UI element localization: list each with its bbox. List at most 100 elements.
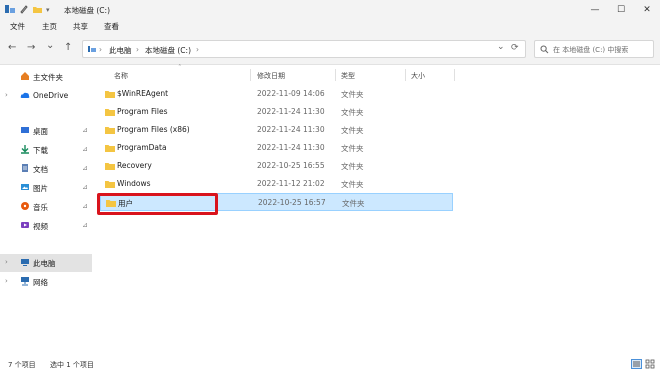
column-header-type[interactable]: 类型 [341,71,355,81]
refresh-button[interactable]: ⟳ [511,43,519,53]
file-type: 文件夹 [341,162,364,171]
close-button[interactable]: ✕ [634,0,660,20]
file-name: $WinREAgent [117,89,169,98]
chevron-right-icon[interactable]: › [5,91,8,99]
quick-access-toolbar: ▾ [4,3,50,17]
minimize-button[interactable]: — [582,0,608,20]
search-placeholder: 在 本地磁盘 (C:) 中搜索 [553,46,629,54]
sidebar-item-label: 音乐 [33,203,48,212]
column-divider[interactable] [405,69,406,81]
file-type: 文件夹 [342,199,365,208]
sidebar-item-videos[interactable]: 视频 ⊿ [0,217,92,235]
video-icon [20,220,30,230]
folder-icon [105,180,115,188]
breadcrumb-this-pc[interactable]: 此电脑 [109,45,132,56]
pin-icon[interactable]: ⊿ [82,183,88,191]
sidebar-item-label: 下载 [33,146,48,155]
network-icon [20,276,30,286]
tab-view[interactable]: 查看 [104,21,119,32]
column-divider[interactable] [250,69,251,81]
file-name: ProgramData [117,143,167,152]
search-box[interactable]: 在 本地磁盘 (C:) 中搜索 [534,40,654,58]
column-header-size[interactable]: 大小 [411,71,425,81]
large-icons-view-button[interactable] [645,359,656,369]
sidebar-item-desktop[interactable]: 桌面 ⊿ [0,122,92,140]
file-row[interactable]: ProgramData 2022-11-24 11:30 文件夹 [100,139,453,157]
file-name: Recovery [117,161,152,170]
tab-home[interactable]: 主页 [42,21,57,32]
sidebar-item-music[interactable]: 音乐 ⊿ [0,198,92,216]
address-bar[interactable]: › 此电脑 › 本地磁盘 (C:) › ⌄ ⟳ [82,40,526,58]
properties-icon[interactable] [19,4,29,16]
file-row[interactable]: Windows 2022-11-12 21:02 文件夹 [100,175,453,193]
navigation-pane: 主文件夹 › OneDrive 桌面 ⊿ 下载 ⊿ 文档 ⊿ 图片 ⊿ 音乐 ⊿… [0,65,92,357]
sidebar-item-onedrive[interactable]: › OneDrive [0,87,92,105]
search-icon [540,45,549,56]
pin-icon[interactable]: ⊿ [82,164,88,172]
file-modified: 2022-11-12 21:02 [257,179,325,188]
chevron-right-icon[interactable]: › [5,258,8,266]
window-title: 本地磁盘 (C:) [64,6,110,15]
home-icon [20,71,30,81]
maximize-button[interactable]: ☐ [608,0,634,20]
sidebar-item-home[interactable]: 主文件夹 [0,68,92,86]
new-folder-icon[interactable] [32,4,43,16]
file-row[interactable]: Recovery 2022-10-25 16:55 文件夹 [100,157,453,175]
selection-count: 选中 1 个项目 [50,361,94,369]
sidebar-item-documents[interactable]: 文档 ⊿ [0,160,92,178]
cloud-icon [20,90,30,100]
file-modified: 2022-11-24 11:30 [257,125,325,134]
column-header-modified[interactable]: 修改日期 [257,71,285,81]
details-view-icon [633,361,640,367]
pin-icon[interactable]: ⊿ [82,202,88,210]
file-row[interactable]: $WinREAgent 2022-11-09 14:06 文件夹 [100,85,453,103]
tab-share[interactable]: 共享 [73,21,88,32]
file-name: Program Files [117,107,168,116]
breadcrumb-local-disk[interactable]: 本地磁盘 (C:) [145,45,191,56]
file-type: 文件夹 [341,144,364,153]
highlight-annotation [97,193,218,215]
file-type: 文件夹 [341,180,364,189]
folder-icon [105,90,115,98]
pin-icon[interactable]: ⊿ [82,221,88,229]
column-header-name[interactable]: 名称 [114,71,128,81]
file-row[interactable]: Program Files 2022-11-24 11:30 文件夹 [100,103,453,121]
sidebar-item-label: 此电脑 [33,259,56,268]
sidebar-item-this-pc[interactable]: › 此电脑 [0,254,92,272]
address-history-button[interactable]: ⌄ [497,42,505,52]
file-modified: 2022-11-24 11:30 [257,143,325,152]
column-divider[interactable] [454,69,455,81]
file-name: Program Files (x86) [117,125,190,134]
sidebar-item-network[interactable]: › 网络 [0,273,92,291]
sidebar-item-label: 图片 [33,184,48,193]
file-modified: 2022-11-24 11:30 [257,107,325,116]
folder-icon [105,162,115,170]
title-bar: ▾ 本地磁盘 (C:) — ☐ ✕ [0,0,660,20]
breadcrumb-separator: › [136,45,139,54]
sort-indicator-icon: ˆ [178,64,182,72]
folder-icon [105,126,115,134]
file-type: 文件夹 [341,90,364,99]
recent-locations-button[interactable]: ⌄ [46,41,54,51]
pin-icon[interactable]: ⊿ [82,145,88,153]
folder-icon [105,108,115,116]
forward-button[interactable]: → [27,43,35,53]
folder-icon [105,144,115,152]
customize-toolbar-icon[interactable]: ▾ [46,6,50,14]
file-modified: 2022-11-09 14:06 [257,89,325,98]
column-divider[interactable] [335,69,336,81]
up-button[interactable]: ↑ [64,43,72,53]
download-icon [20,144,30,154]
sidebar-item-label: 网络 [33,278,48,287]
sidebar-item-downloads[interactable]: 下载 ⊿ [0,141,92,159]
back-button[interactable]: ← [8,43,16,53]
chevron-right-icon[interactable]: › [5,277,8,285]
sidebar-item-pictures[interactable]: 图片 ⊿ [0,179,92,197]
tab-file[interactable]: 文件 [10,21,25,32]
file-row[interactable]: Program Files (x86) 2022-11-24 11:30 文件夹 [100,121,453,139]
details-view-button[interactable] [631,359,642,369]
desktop-icon [20,125,30,135]
this-pc-icon [87,44,97,56]
file-name: Windows [117,179,151,188]
pin-icon[interactable]: ⊿ [82,126,88,134]
